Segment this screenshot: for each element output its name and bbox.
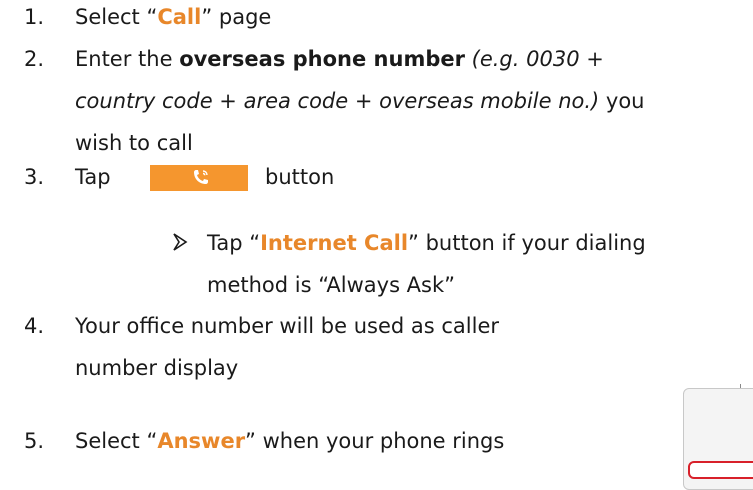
call-button[interactable] <box>150 165 248 191</box>
step-4-line-2: number display <box>75 356 239 380</box>
step-1-text: Select “Call” page <box>75 3 271 31</box>
step-2-post: you <box>599 89 645 113</box>
internet-call-label: Internet Call <box>260 231 409 255</box>
arrow-bullet-icon <box>173 233 188 251</box>
step-3-sub-line-2: method is “Always Ask” <box>207 273 456 297</box>
step-4-number: 4. <box>24 314 45 338</box>
overseas-number-label: overseas phone number <box>179 47 465 71</box>
step-3-number: 3. <box>24 165 45 189</box>
step-2-example-a: (e.g. 0030 + <box>464 47 604 71</box>
step-5-number: 5. <box>24 429 45 453</box>
step-3-post: button <box>265 165 335 189</box>
step-2-pre: Enter the <box>75 47 180 71</box>
step-5-pre: Select “ <box>75 429 158 453</box>
step-1-number: 1. <box>24 5 45 29</box>
step-5-post: ” when your phone rings <box>245 429 505 453</box>
step-1-post: ” page <box>201 5 272 29</box>
instruction-document: 1. Select “Call” page 2. Enter the overs… <box>0 0 753 490</box>
step-3-sub-line-1: Tap “Internet Call” button if your diali… <box>207 229 646 257</box>
step-2-line-2: country code + area code + overseas mobi… <box>75 87 645 115</box>
step-3-sub-pre: Tap “ <box>207 231 261 255</box>
step-2-line-1: Enter the overseas phone number (e.g. 00… <box>75 45 604 73</box>
phone-answer-highlight <box>688 461 753 479</box>
step-3-pre: Tap <box>75 165 111 189</box>
call-page-label: Call <box>157 5 202 29</box>
step-3-sub-post: ” button if your dialing <box>408 231 646 255</box>
step-4-line-1: Your office number will be used as calle… <box>75 314 500 338</box>
step-5-text: Select “Answer” when your phone rings <box>75 427 504 455</box>
step-1-pre: Select “ <box>75 5 158 29</box>
answer-label: Answer <box>157 429 246 453</box>
step-2-line-3: wish to call <box>75 131 193 155</box>
phone-wifi-icon <box>194 170 208 184</box>
step-2-number: 2. <box>24 47 45 71</box>
step-2-example-b: country code + area code + overseas mobi… <box>75 89 600 113</box>
